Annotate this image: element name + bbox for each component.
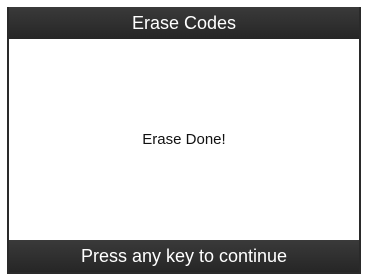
screen-title: Erase Codes [131, 12, 237, 33]
footer-bar[interactable]: Press any key to continue [9, 240, 359, 272]
continue-prompt: Press any key to continue [80, 245, 288, 266]
status-message: Erase Done! [142, 131, 226, 148]
device-screen: Erase Codes Erase Done! Press any key to… [7, 7, 361, 274]
content-area: Erase Done! [9, 39, 359, 240]
title-bar: Erase Codes [9, 7, 359, 39]
